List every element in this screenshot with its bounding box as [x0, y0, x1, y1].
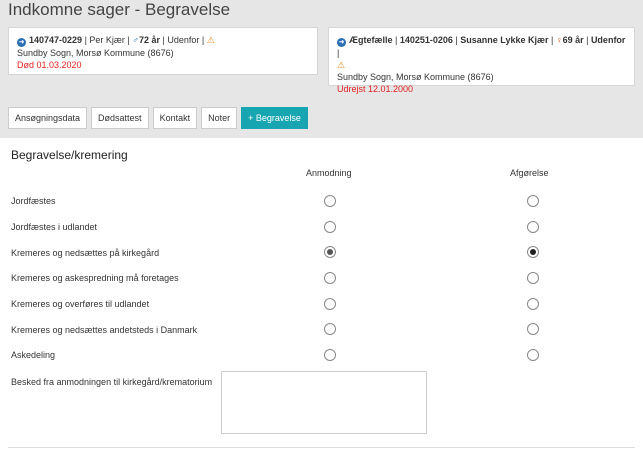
- warning-icon: ⚠: [206, 35, 215, 45]
- column-header-decision: Afgørelse: [510, 168, 549, 178]
- spouse-relation: Ægtefælle: [349, 35, 393, 45]
- request-radio-askedeling[interactable]: [324, 349, 336, 361]
- request-radio-kremeres-danmark[interactable]: [324, 323, 336, 335]
- warning-icon: ⚠: [337, 60, 346, 70]
- deceased-status: Udenfor: [167, 35, 200, 45]
- option-label: Kremeres og askespredning må foretages: [11, 273, 179, 283]
- tab-noter[interactable]: Noter: [201, 107, 238, 129]
- spouse-emigration-date: Udrejst 12.01.2000: [337, 84, 414, 94]
- option-label: Kremeres og nedsættes på kirkegård: [11, 248, 160, 258]
- decision-radio-kremeres-danmark[interactable]: [527, 323, 539, 335]
- decision-radio-kremeres-udlandet[interactable]: [527, 298, 539, 310]
- burial-panel: Begravelse/kremering Anmodning Afgørelse…: [0, 138, 643, 459]
- request-radio-kremeres-askespredning[interactable]: [324, 272, 336, 284]
- decision-radio-jordfaestes-udlandet[interactable]: [527, 221, 539, 233]
- request-radio-jordfaestes[interactable]: [324, 195, 336, 207]
- request-radio-jordfaestes-udlandet[interactable]: [324, 221, 336, 233]
- deceased-id: 140747-0229: [29, 35, 83, 45]
- spouse-name: Susanne Lykke Kjær: [460, 35, 549, 45]
- option-label: Jordfæstes: [11, 196, 56, 206]
- female-icon: ♀: [555, 35, 563, 45]
- tab-kontakt[interactable]: Kontakt: [152, 107, 198, 129]
- deceased-name: Per Kjær: [89, 35, 125, 45]
- spouse-age: 69 år: [562, 35, 584, 45]
- spouse-address: Sundby Sogn, Morsø Kommune (8676): [337, 72, 494, 82]
- spouse-id: 140251-0206: [399, 35, 453, 45]
- deceased-card: ➜ 140747-0229 | Per Kjær | ♂72 år | Udenf…: [8, 27, 318, 75]
- spouse-card: ➜ Ægtefælle | 140251-0206 | Susanne Lykke…: [328, 27, 635, 94]
- deceased-age: 72 år: [139, 35, 161, 45]
- deceased-address: Sundby Sogn, Morsø Kommune (8676): [17, 48, 174, 58]
- spouse-status: Udenfor: [590, 35, 626, 45]
- decision-radio-kremeres-askespredning[interactable]: [527, 272, 539, 284]
- deceased-death-date: Død 01.03.2020: [17, 60, 82, 70]
- request-radio-kremeres-udlandet[interactable]: [324, 298, 336, 310]
- tab-doedsattest[interactable]: Dødsattest: [91, 107, 149, 129]
- tab-begravelse[interactable]: + Begravelse: [241, 107, 308, 129]
- decision-radio-kremeres-kirkegaard[interactable]: [527, 246, 539, 258]
- decision-radio-jordfaestes[interactable]: [527, 195, 539, 207]
- section-title: Begravelse/kremering: [11, 148, 128, 162]
- message-label: Besked fra anmodningen til kirkegård/kre…: [11, 377, 213, 387]
- male-icon: ♂: [132, 35, 140, 45]
- option-label: Askedeling: [11, 350, 56, 360]
- option-label: Kremeres og nedsættes andetsteds i Danma…: [11, 325, 198, 335]
- decision-radio-askedeling[interactable]: [527, 349, 539, 361]
- option-label: Kremeres og overføres til udlandet: [11, 299, 150, 309]
- option-label: Jordfæstes i udlandet: [11, 222, 98, 232]
- divider: [8, 447, 635, 448]
- page-title: Indkomne sager - Begravelse: [8, 0, 231, 19]
- expand-arrow-icon[interactable]: ➜: [337, 38, 346, 47]
- message-textarea[interactable]: [221, 371, 427, 434]
- tab-bar: Ansøgningsdata Dødsattest Kontakt Noter …: [8, 107, 308, 129]
- request-radio-kremeres-kirkegaard[interactable]: [324, 246, 336, 258]
- tab-ansoegningsdata[interactable]: Ansøgningsdata: [8, 107, 88, 129]
- column-header-request: Anmodning: [306, 168, 352, 178]
- expand-arrow-icon[interactable]: ➜: [17, 38, 26, 47]
